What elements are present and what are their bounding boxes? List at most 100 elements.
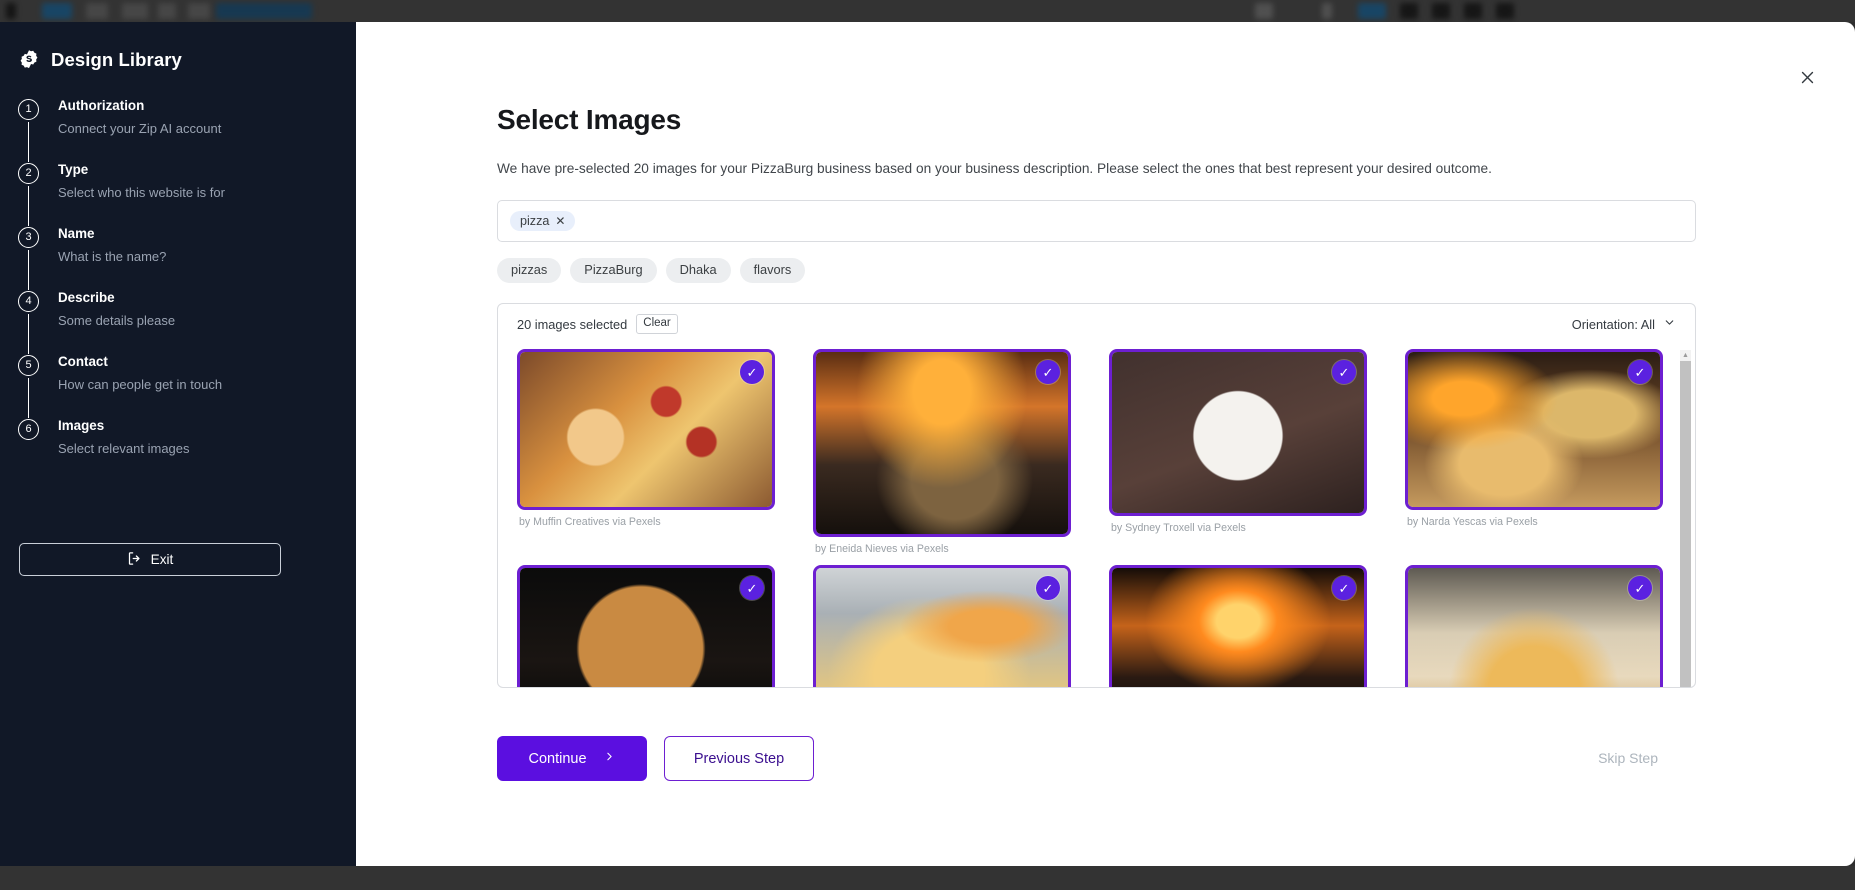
image-grid-item: ✓ [1109,565,1367,688]
logout-icon [127,551,142,569]
sidebar-step-type[interactable]: 2 Type Select who this website is for [18,162,356,227]
step-connector [28,378,30,418]
step-list: 1 Authorization Connect your Zip AI accoun… [0,98,356,465]
sidebar: Design Library 1 Authorization Connect you… [0,22,356,866]
blurred-app-toolbar [0,0,1855,22]
image-grid-item: ✓ by Muffin Creatives via Pexels [517,349,775,528]
scroll-up-arrow-icon[interactable]: ▲ [1680,350,1691,361]
chevron-down-icon [1663,316,1676,332]
step-subtitle: Some details please [58,312,176,328]
image-credit-caption: by Eneida Nieves via Pexels [815,543,949,556]
image-thumbnail[interactable]: ✓ [517,565,775,688]
select-images-modal: Select Images We have pre-selected 20 im… [356,22,1855,866]
suggestion-chip-flavors[interactable]: flavors [739,258,806,284]
close-icon[interactable] [1792,62,1822,92]
image-grid-item: ✓ [813,565,1071,688]
orientation-filter-dropdown[interactable]: Orientation: All [1572,316,1676,332]
suggestion-chip-dhaka[interactable]: Dhaka [665,258,731,284]
image-thumbnail[interactable]: ✓ [1405,349,1663,511]
image-thumbnail[interactable]: ✓ [1405,565,1663,688]
continue-button[interactable]: Continue [497,736,647,781]
image-preview [1112,568,1364,688]
step-number: 6 [18,419,39,440]
step-subtitle: Connect your Zip AI account [58,120,222,136]
design-library-logo-icon [18,49,40,71]
image-thumbnail[interactable]: ✓ [1109,349,1367,517]
page-title: Select Images [497,104,682,135]
skip-step-button[interactable]: Skip Step [1592,749,1664,767]
step-title: Name [58,226,95,241]
image-preview [1408,352,1660,508]
brand-title: Design Library [51,49,182,70]
step-title: Describe [58,290,115,305]
modal-content: Select Images We have pre-selected 20 im… [497,104,1697,689]
image-grid-scroll-area: ✓ by Muffin Creatives via Pexels ✓ by Eneid… [498,344,1695,688]
image-grid-panel: 20 images selected Clear Orientation: Al… [497,303,1696,689]
exit-button-label: Exit [150,552,174,567]
image-grid-item: ✓ [517,565,775,688]
step-connector [28,250,30,290]
chevron-right-icon [603,750,616,767]
remove-chip-icon[interactable]: ✕ [555,215,565,227]
step-title: Authorization [58,98,145,113]
clear-selection-button[interactable]: Clear [636,314,678,334]
sidebar-step-describe[interactable]: 4 Describe Some details please [18,290,356,355]
step-connector [28,122,30,162]
step-subtitle: What is the name? [58,248,167,264]
image-grid-item: ✓ [1405,565,1663,688]
image-credit-caption: by Narda Yescas via Pexels [1407,516,1538,529]
step-connector [28,314,30,354]
search-box[interactable]: pizza ✕ [497,200,1696,243]
step-number: 4 [18,291,39,312]
page-subtitle: We have pre-selected 20 images for your … [497,161,1492,176]
sidebar-step-authorization[interactable]: 1 Authorization Connect your Zip AI accoun… [18,98,356,163]
blurred-app-bottom-bar [0,866,1855,890]
image-credit-caption: by Sydney Troxell via Pexels [1111,522,1246,535]
grid-toolbar: 20 images selected Clear Orientation: Al… [498,304,1695,344]
image-preview [816,352,1068,535]
image-grid-item: ✓ by Eneida Nieves via Pexels [813,349,1071,555]
sidebar-step-contact[interactable]: 5 Contact How can people get in touch [18,354,356,419]
image-thumbnail[interactable]: ✓ [813,349,1071,538]
step-subtitle: Select relevant images [58,440,190,456]
step-number: 2 [18,163,39,184]
search-input[interactable] [583,212,1683,230]
image-preview [520,568,772,688]
grid-scrollbar[interactable]: ▲ [1680,350,1691,688]
image-preview [1112,352,1364,514]
image-preview [816,568,1068,688]
sidebar-step-name[interactable]: 3 Name What is the name? [18,226,356,291]
step-number: 5 [18,355,39,376]
suggestion-chip-pizzas[interactable]: pizzas [497,258,562,284]
step-connector [28,186,30,226]
search-chip-pizza[interactable]: pizza ✕ [510,211,576,232]
step-title: Images [58,418,105,433]
step-subtitle: How can people get in touch [58,376,223,392]
sidebar-step-images[interactable]: 6 Images Select relevant images [18,418,356,465]
step-number: 1 [18,99,39,120]
step-title: Type [58,162,89,177]
continue-button-label: Continue [528,750,587,767]
image-thumbnail[interactable]: ✓ [517,349,775,511]
brand: Design Library [0,22,356,71]
previous-step-button[interactable]: Previous Step [664,736,814,781]
image-grid-item: ✓ by Narda Yescas via Pexels [1405,349,1663,528]
suggestion-chips: pizzas PizzaBurg Dhaka flavors [497,258,1697,284]
image-thumbnail[interactable]: ✓ [1109,565,1367,688]
image-preview [520,352,772,508]
selection-info: 20 images selected Clear [517,314,678,334]
exit-button[interactable]: Exit [19,543,281,576]
orientation-filter-label: Orientation: All [1571,316,1655,332]
image-thumbnail[interactable]: ✓ [813,565,1071,688]
suggestion-chip-pizzaburg[interactable]: PizzaBurg [570,258,657,284]
modal-footer: Continue Previous Step Skip Step [497,736,1697,784]
step-subtitle: Select who this website is for [58,184,225,200]
selected-count-label: 20 images selected [517,316,628,332]
step-number: 3 [18,227,39,248]
image-grid-item: ✓ by Sydney Troxell via Pexels [1109,349,1367,534]
search-chip-label: pizza [520,214,550,229]
image-preview [1408,568,1660,688]
step-title: Contact [58,354,108,369]
scrollbar-thumb[interactable] [1680,361,1691,688]
image-grid: ✓ by Muffin Creatives via Pexels ✓ by Eneid… [498,344,1695,688]
